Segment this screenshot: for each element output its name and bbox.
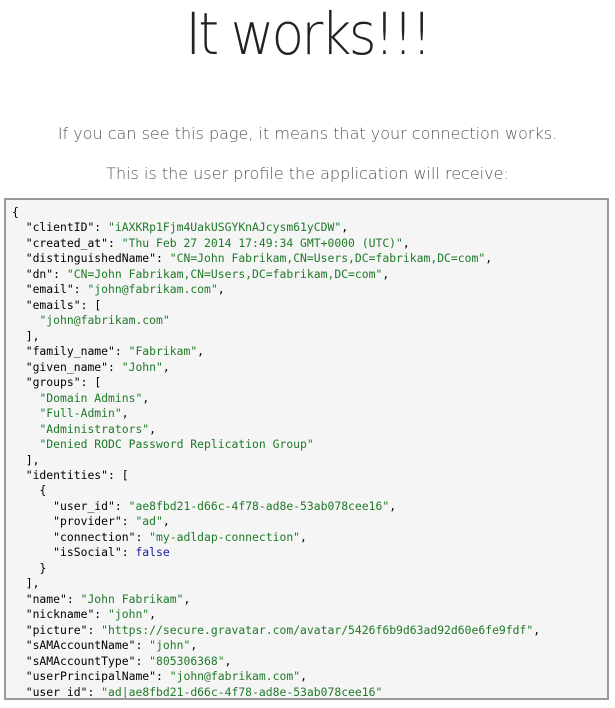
json-line: "sAMAccountName": "john", [25,638,198,653]
json-key: "connection" [53,529,136,544]
json-line: "provider": "ad", [53,514,170,529]
json-line: "Administrators", [39,421,157,436]
json-string-value: "John Fabrikam" [80,591,184,606]
json-line: "name": "John Fabrikam", [25,591,191,606]
profile-json: { "clientID": "iAXKRp1Fjm4UakUSGYKnAJcys… [12,205,607,699]
json-key: "identities" [25,467,109,482]
json-line: ], [25,452,40,467]
json-line: } [39,560,47,575]
json-string-value: "John" [121,359,163,374]
json-string-value: "john" [108,607,150,622]
json-string-value: "ad|ae8fbd21-d66c-4f78-ad8e-53ab078cee16… [101,684,383,699]
json-boolean-value: false [135,545,170,560]
json-string-value: "ae8fbd21-d66c-4f78-ad8e-53ab078cee16" [128,498,390,513]
json-line: "john@fabrikam.com" [12,313,607,328]
json-line: "created_at": "Thu Feb 27 2014 17:49:34 … [25,235,410,250]
json-key: "email" [25,282,74,297]
profile-json-box[interactable]: { "clientID": "iAXKRp1Fjm4UakUSGYKnAJcys… [4,198,609,700]
json-line: "dn": "CN=John Fabrikam,CN=Users,DC=fabr… [25,266,390,281]
json-key: "dn" [25,266,54,281]
json-key: "nickname" [25,607,95,622]
json-line: { [12,205,19,219]
json-line: ], [25,328,40,343]
json-line: { [39,483,47,498]
json-line: "emails": [ [25,297,102,312]
json-key: "emails" [25,297,81,312]
json-line: "sAMAccountType": "805306368", [25,653,232,668]
json-line: "distinguishedName": "CN=John Fabrikam,C… [25,251,493,266]
json-string-value: "john@fabrikam.com" [87,282,218,297]
json-string-value: "Administrators" [39,421,150,436]
json-string-value: "Fabrikam" [128,344,198,359]
json-line: "groups": [ [25,375,102,390]
json-string-value: "805306368" [149,653,225,668]
json-key: "isSocial" [53,545,122,560]
json-string-value: "john" [149,638,191,653]
json-line: "nickname": "john", [25,607,157,622]
json-line: "given_name": "John", [25,359,170,374]
json-key: "user_id" [53,498,115,513]
json-key: "user_id" [25,684,88,699]
json-line: "clientID": "iAXKRp1Fjm4UakUSGYKnAJcysm6… [25,220,349,235]
json-key: "name" [25,591,67,606]
json-line: "email": "john@fabrikam.com", [25,282,225,297]
json-key: "created_at" [25,235,109,250]
json-key: "picture" [25,622,88,637]
json-key: "sAMAccountName" [25,638,136,653]
profile-intro: This is the user profile the application… [106,164,509,183]
json-string-value: "https://secure.gravatar.com/avatar/5426… [101,622,534,637]
json-key: "clientID" [25,220,95,235]
json-line: "user_id": "ae8fbd21-d66c-4f78-ad8e-53ab… [53,498,397,513]
json-string-value: "CN=John Fabrikam,CN=Users,DC=fabrikam,D… [66,266,383,281]
json-string-value: "iAXKRp1Fjm4UakUSGYKnAJcysm61yCDW" [108,220,342,235]
json-line: "picture": "https://secure.gravatar.com/… [25,622,541,637]
json-line: "isSocial": false [53,545,170,560]
json-string-value: "john@fabrikam.com" [169,669,301,684]
json-line: "connection": "my-adldap-connection", [53,529,307,544]
json-line: "Denied RODC Password Replication Group" [12,437,607,452]
connection-message: If you can see this page, it means that … [57,124,558,143]
json-string-value: "Thu Feb 27 2014 17:49:34 GMT+0000 (UTC)… [121,235,403,250]
json-string-value: "my-adldap-connection" [149,529,301,544]
json-string-value: "john@fabrikam.com" [39,313,170,328]
json-line: "identities": [ [25,467,129,482]
json-string-value: "Full-Admin" [39,406,122,421]
json-string-value: "CN=John Fabrikam,CN=Users,DC=fabrikam,D… [169,251,486,266]
json-key: "userPrincipalName" [25,669,157,684]
json-line: "Domain Admins", [39,390,150,405]
json-string-value: "Domain Admins" [39,390,143,405]
json-key: "given_name" [25,359,109,374]
json-key: "groups" [25,375,81,390]
json-line: "Full-Admin", [39,406,129,421]
json-line: "family_name": "Fabrikam", [25,344,205,359]
json-string-value: "ad" [135,514,163,529]
json-key: "distinguishedName" [25,251,157,266]
json-key: "sAMAccountType" [25,653,136,668]
json-key: "provider" [53,514,122,529]
json-line: ], [25,576,40,591]
json-key: "family_name" [25,344,115,359]
page-title: It works!!! [185,0,432,68]
json-line: "userPrincipalName": "john@fabrikam.com"… [25,669,307,684]
page: It works!!! If you can see this page, it… [0,0,615,708]
json-line: "user_id": "ad|ae8fbd21-d66c-4f78-ad8e-5… [25,684,383,699]
json-string-value: "Denied RODC Password Replication Group" [39,437,314,452]
